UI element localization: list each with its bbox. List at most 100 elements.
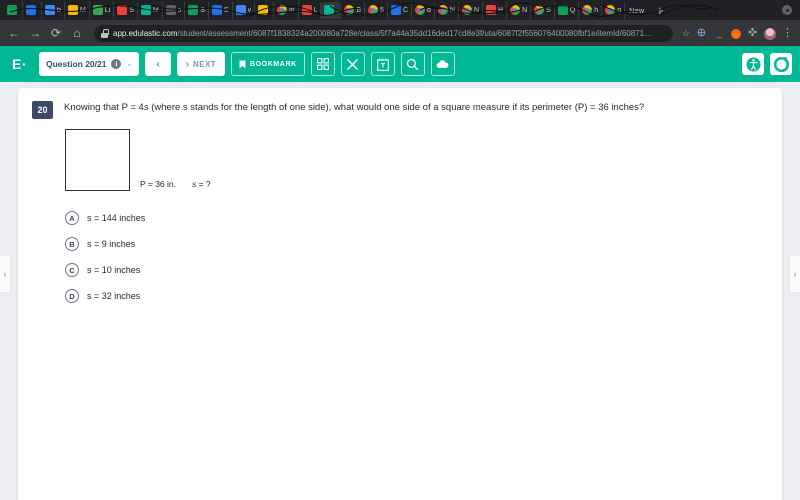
- prompt-segment-1: Knowing that P = 4: [64, 102, 144, 113]
- back-button[interactable]: ←: [6, 27, 22, 39]
- calculator-icon: [316, 58, 329, 70]
- url-path: /student/assessment/6087f1838324a200080a…: [177, 28, 653, 38]
- magnify-button[interactable]: [400, 52, 425, 76]
- edulastic-logo[interactable]: E·: [8, 56, 33, 72]
- browser-tab[interactable]: S: [114, 1, 138, 19]
- puzzle-extension-icon[interactable]: ✜: [746, 27, 759, 40]
- browser-tab[interactable]: H: [483, 1, 508, 19]
- answer-option[interactable]: Ds = 32 inches: [65, 283, 782, 309]
- cross-out-button[interactable]: [340, 52, 365, 76]
- side-value-label: = ?: [196, 179, 211, 189]
- chrome-favicon: [344, 5, 355, 15]
- browser-tab[interactable]: M: [138, 1, 163, 19]
- browser-tab[interactable]: in: [274, 1, 299, 19]
- browser-tab[interactable]: v: [233, 1, 256, 19]
- page-body: 20 Knowing that P = 4s (where s stands f…: [0, 82, 800, 500]
- browser-tab[interactable]: [255, 1, 275, 19]
- answer-option-letter[interactable]: A: [65, 211, 79, 225]
- cloud-button[interactable]: [430, 52, 455, 76]
- browser-tab[interactable]: Q: [555, 1, 580, 19]
- chrome-favicon: [582, 5, 593, 15]
- browser-tab[interactable]: M: [65, 1, 90, 19]
- new-tab-button[interactable]: +: [650, 4, 670, 17]
- reload-button[interactable]: ⟳: [48, 27, 64, 39]
- browser-tab[interactable]: N: [507, 1, 532, 19]
- exit-button[interactable]: [770, 53, 792, 75]
- browser-tab[interactable]: b: [42, 1, 65, 19]
- cloud-icon: [436, 59, 449, 68]
- browser-tab[interactable]: S: [185, 1, 209, 19]
- browser-tab-label: S: [546, 6, 551, 14]
- browser-tab[interactable]: [23, 1, 42, 19]
- page-prev-arrow[interactable]: ‹: [0, 255, 11, 293]
- scratchpad-button[interactable]: [370, 52, 395, 76]
- answer-options-list: As = 144 inches Bs = 9 inches Cs = 10 inch…: [18, 191, 782, 309]
- page-next-arrow[interactable]: ›: [789, 255, 800, 293]
- browser-tab[interactable]: B: [341, 1, 366, 19]
- browser-tab[interactable]: S: [531, 1, 555, 19]
- previous-question-button[interactable]: ‹: [145, 52, 171, 76]
- home-button[interactable]: ⌂: [69, 27, 85, 39]
- square-diagram: P = 36 in. s = ?: [18, 119, 782, 191]
- accessibility-button[interactable]: [742, 53, 764, 75]
- bookmark-flag-icon: [239, 60, 246, 68]
- browser-tab[interactable]: C: [388, 1, 413, 19]
- browser-tab-label: S: [223, 6, 229, 14]
- generic-favicon: [390, 5, 401, 15]
- info-icon[interactable]: i: [111, 59, 122, 69]
- browser-tab[interactable]: S: [209, 1, 233, 19]
- browser-tab[interactable]: h: [579, 1, 603, 19]
- browser-tab[interactable]: .: [321, 1, 342, 19]
- classroom-favicon: [117, 5, 128, 15]
- browser-tab[interactable]: N: [435, 1, 459, 19]
- browser-tab-label: g: [617, 6, 622, 14]
- browser-tab[interactable]: g: [602, 1, 626, 19]
- browser-tab-label: N: [522, 6, 528, 14]
- browser-tab[interactable]: L: [299, 1, 322, 19]
- answer-option-text: s = 144 inches: [87, 213, 146, 223]
- browser-tab[interactable]: N: [459, 1, 484, 19]
- browser-tab[interactable]: 5: [365, 1, 388, 19]
- bookmark-star-icon[interactable]: ☆: [682, 28, 690, 39]
- answer-option-letter[interactable]: D: [65, 289, 79, 303]
- answer-option-letter[interactable]: B: [65, 237, 79, 251]
- question-selector-dropdown[interactable]: Question 20/21 i ⌄: [39, 52, 140, 76]
- browser-tab-label: in: [289, 6, 295, 14]
- prompt-segment-2: (where s stands for the length of one si…: [148, 102, 645, 113]
- fire-extension-icon[interactable]: [731, 29, 741, 39]
- browser-tab-label: h: [594, 6, 599, 14]
- browser-tab[interactable]: s: [163, 1, 186, 19]
- drive-favicon: [140, 5, 151, 15]
- chrome-favicon: [368, 5, 379, 15]
- chrome-menu-kebab-icon[interactable]: ⋮: [781, 27, 794, 40]
- pdf-favicon: [258, 5, 269, 15]
- tab-new[interactable]: New: [629, 6, 644, 15]
- chevron-down-icon[interactable]: ⌄: [126, 60, 132, 68]
- answer-option-text: s = 9 inches: [87, 239, 136, 249]
- profile-avatar[interactable]: [764, 27, 776, 40]
- generic-favicon: [557, 5, 568, 15]
- url-text: app.edulastic.com/student/assessment/608…: [113, 29, 652, 38]
- address-bar[interactable]: app.edulastic.com/student/assessment/608…: [94, 24, 673, 42]
- answer-option-letter[interactable]: C: [65, 263, 79, 277]
- next-question-button[interactable]: › NEXT: [176, 52, 225, 76]
- bookmark-button[interactable]: BOOKMARK: [230, 52, 305, 76]
- browser-tab-label: .: [336, 6, 339, 14]
- answer-option[interactable]: As = 144 inches: [65, 205, 782, 231]
- dash-icon[interactable]: _: [713, 27, 726, 40]
- browser-tab-label: M: [79, 6, 86, 14]
- browser-tab-label: Q: [569, 6, 576, 14]
- calculator-button[interactable]: [310, 52, 335, 76]
- answer-option[interactable]: Bs = 9 inches: [65, 231, 782, 257]
- cast-icon[interactable]: 🜨: [695, 27, 708, 40]
- cross-out-icon: [347, 58, 359, 70]
- chevron-right-icon: ›: [185, 58, 190, 70]
- browser-tab-label: N: [449, 6, 455, 14]
- forward-button[interactable]: →: [27, 27, 43, 39]
- browser-tab[interactable]: d: [412, 1, 435, 19]
- browser-tab[interactable]: Li: [90, 1, 115, 19]
- answer-option[interactable]: Cs = 10 inches: [65, 257, 782, 283]
- window-controls[interactable]: [782, 5, 792, 15]
- browser-tab[interactable]: [4, 1, 23, 19]
- question-header-row: 20 Knowing that P = 4s (where s stands f…: [18, 88, 782, 119]
